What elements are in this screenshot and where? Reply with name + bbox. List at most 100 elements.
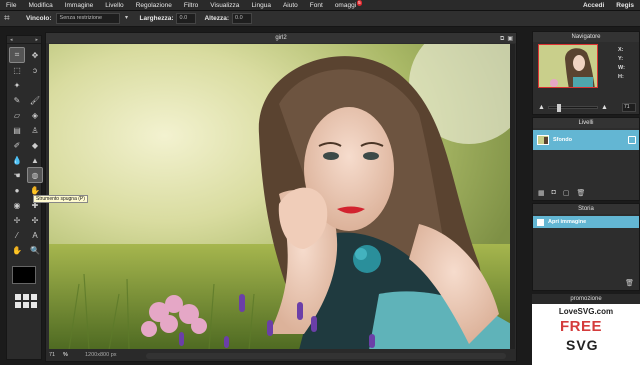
constraint-select[interactable]: Senza restrizione bbox=[55, 13, 120, 24]
lasso-tool-icon[interactable]: ↄ bbox=[28, 63, 42, 77]
navigator-zoom-input[interactable]: 71 bbox=[622, 102, 636, 112]
tools-grid: ⌗ ✥ ⬚ ↄ ✦ ✎ 🖌 ▱ ◈ ▤ ♙ ✐ ◆ 💧 ▲ ☚ ◍ ● ✋ ◉ … bbox=[7, 44, 43, 257]
navigator-thumbnail[interactable] bbox=[538, 44, 598, 88]
zoom-in-icon[interactable]: ▲ bbox=[601, 104, 608, 111]
picker-tool-icon[interactable]: ⁄ bbox=[10, 228, 24, 242]
lock-icon[interactable] bbox=[628, 136, 636, 144]
collapse-left-icon[interactable]: ◂ bbox=[10, 37, 13, 43]
sharpen-tool-icon[interactable]: ▲ bbox=[28, 153, 42, 167]
maximize-icon[interactable]: ⧉ bbox=[500, 34, 504, 44]
brush-tool-icon[interactable]: 🖌 bbox=[28, 93, 42, 107]
notification-badge: 5 bbox=[356, 0, 363, 6]
layer-thumbnail bbox=[537, 135, 549, 145]
bucket-tool-icon[interactable]: ◈ bbox=[28, 108, 42, 122]
menu-regolazione[interactable]: Regolazione bbox=[130, 0, 178, 11]
menu-omaggi[interactable]: omaggi 5 bbox=[329, 0, 363, 11]
eraser-tool-icon[interactable]: ▱ bbox=[10, 108, 24, 122]
menu-filtro[interactable]: Filtro bbox=[178, 0, 204, 11]
move-tool-icon[interactable]: ✥ bbox=[28, 48, 42, 62]
login-link[interactable]: Accedi bbox=[577, 0, 610, 11]
menu-lingua[interactable]: Lingua bbox=[245, 0, 277, 11]
promo-panel: promozione LoveSVG.com FREE SVG bbox=[532, 294, 640, 365]
document-titlebar: girl2 ⧉ ▣ bbox=[46, 33, 516, 43]
delete-history-icon[interactable]: 🗑 bbox=[625, 279, 634, 287]
stamp-tool-icon[interactable]: ♙ bbox=[28, 123, 42, 137]
zoom-slider[interactable] bbox=[547, 103, 598, 112]
menu-modifica[interactable]: Modifica bbox=[22, 0, 58, 11]
view-mode-icon[interactable] bbox=[15, 294, 37, 308]
folder-icon[interactable]: ▦ bbox=[538, 189, 545, 197]
navigator-zoom-row: ▲ ▲ 71 bbox=[538, 102, 638, 112]
height-input[interactable]: 0.0 bbox=[232, 13, 253, 24]
bloat-tool-icon[interactable]: ✢ bbox=[10, 213, 24, 227]
text-tool-icon[interactable]: A bbox=[28, 228, 42, 242]
menu-font[interactable]: Font bbox=[304, 0, 329, 11]
zoom-out-icon[interactable]: ▲ bbox=[538, 104, 545, 111]
menu-immagine[interactable]: Immagine bbox=[59, 0, 100, 11]
zoom-tool-icon[interactable]: 🔍 bbox=[28, 243, 42, 257]
navigator-thumb-image bbox=[539, 45, 597, 87]
zoom-unit: % bbox=[63, 352, 68, 358]
photo-girl bbox=[49, 44, 511, 350]
marquee-tool-icon[interactable]: ⬚ bbox=[10, 63, 24, 77]
foreground-color-swatch[interactable] bbox=[12, 266, 36, 284]
horizontal-scrollbar[interactable] bbox=[146, 353, 506, 359]
document-title: girl2 bbox=[275, 35, 287, 41]
dodge-tool-icon[interactable]: ● bbox=[10, 183, 24, 197]
color-replace-tool-icon[interactable]: ✐ bbox=[10, 138, 24, 152]
empty-slot bbox=[28, 78, 42, 92]
gradient-tool-icon[interactable]: ▤ bbox=[10, 123, 24, 137]
chevron-down-icon[interactable]: ▾ bbox=[122, 13, 132, 24]
h-label: H: bbox=[618, 74, 624, 80]
altezza-label: Altezza: bbox=[204, 15, 230, 22]
layer-style-icon[interactable]: ◘ bbox=[552, 189, 556, 197]
register-link[interactable]: Regis bbox=[610, 0, 640, 11]
navigator-coords: X: Y: W: H: bbox=[618, 46, 625, 82]
menubar: File Modifica Immagine Livello Regolazio… bbox=[0, 0, 640, 11]
layer-row[interactable]: Sfondo bbox=[533, 130, 639, 150]
image-canvas[interactable] bbox=[49, 44, 511, 350]
w-label: W: bbox=[618, 65, 625, 71]
layer-thumb-image bbox=[538, 136, 548, 144]
history-row[interactable]: Apri immagine bbox=[533, 216, 639, 228]
sponge-tool-icon[interactable]: ◍ bbox=[27, 167, 43, 183]
layer-name: Sfondo bbox=[553, 137, 572, 143]
history-title: Storia bbox=[533, 204, 639, 214]
menu-file[interactable]: File bbox=[0, 0, 22, 11]
delete-layer-icon[interactable]: 🗑 bbox=[576, 189, 585, 197]
menu-visualizza[interactable]: Visualizza bbox=[204, 0, 245, 11]
zoom-slider-knob[interactable] bbox=[556, 103, 561, 112]
new-layer-icon[interactable]: ▢ bbox=[563, 189, 570, 197]
promo-ad[interactable]: LoveSVG.com FREE SVG bbox=[532, 304, 640, 365]
layers-title: Livelli bbox=[533, 118, 639, 128]
vertical-scrollbar[interactable] bbox=[510, 44, 515, 350]
hand-tool-icon[interactable]: ✋ bbox=[10, 243, 24, 257]
zoom-value[interactable]: 71 bbox=[49, 352, 63, 358]
promo-brand: LoveSVG.com bbox=[558, 307, 614, 316]
promo-svg: SVG bbox=[566, 337, 599, 353]
options-bar: ⌗ Vincolo: Senza restrizione ▾ Larghezza… bbox=[0, 11, 640, 27]
menu-aiuto[interactable]: Aiuto bbox=[277, 0, 304, 11]
redeye-tool-icon[interactable]: ◉ bbox=[10, 198, 24, 212]
larghezza-label: Larghezza: bbox=[139, 15, 174, 22]
blur-tool-icon[interactable]: 💧 bbox=[10, 153, 24, 167]
wand-tool-icon[interactable]: ✦ bbox=[10, 78, 24, 92]
pinch-tool-icon[interactable]: ✣ bbox=[28, 213, 42, 227]
drawing-tool-icon[interactable]: ◆ bbox=[28, 138, 42, 152]
layers-panel: Livelli Sfondo ▦ ◘ ▢ 🗑 bbox=[532, 117, 640, 201]
crop-tool-icon[interactable]: ⌗ bbox=[9, 47, 25, 63]
history-panel: Storia Apri immagine 🗑 bbox=[532, 203, 640, 291]
smudge-tool-icon[interactable]: ☚ bbox=[10, 168, 24, 182]
open-image-icon bbox=[537, 218, 544, 226]
pencil-tool-icon[interactable]: ✎ bbox=[10, 93, 24, 107]
menu-livello[interactable]: Livello bbox=[99, 0, 129, 11]
close-icon[interactable]: ▣ bbox=[507, 34, 513, 44]
x-label: X: bbox=[618, 47, 624, 53]
width-input[interactable]: 0.0 bbox=[176, 13, 197, 24]
collapse-right-icon[interactable]: ▸ bbox=[35, 37, 38, 43]
window-buttons: ⧉ ▣ bbox=[500, 34, 513, 44]
promo-free: FREE bbox=[560, 318, 603, 335]
document-window: girl2 ⧉ ▣ 71 % 1200x800 px bbox=[45, 32, 517, 362]
history-item: Apri immagine bbox=[548, 219, 587, 225]
tools-panel-header: ◂ ▸ bbox=[7, 36, 41, 44]
